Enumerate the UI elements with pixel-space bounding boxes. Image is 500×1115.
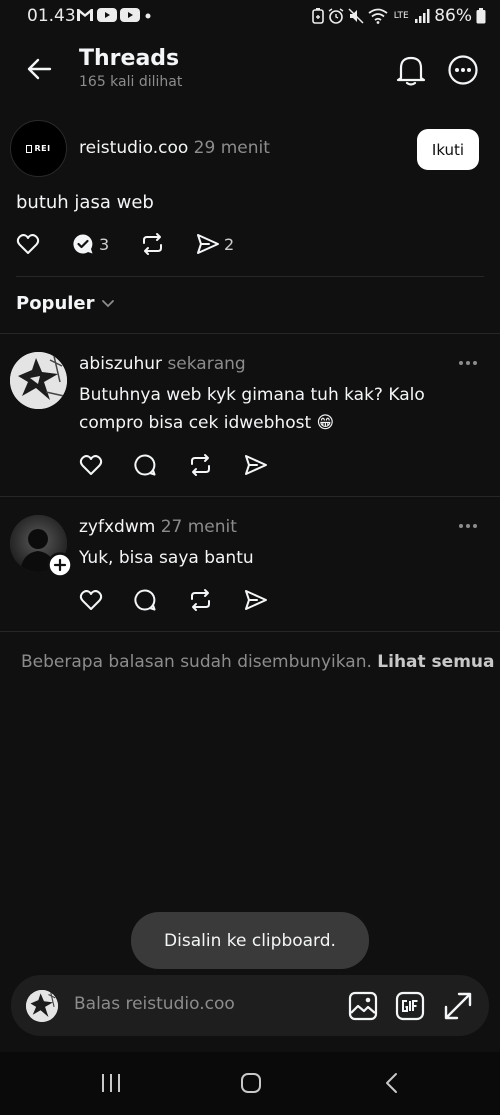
image-icon[interactable] [348,991,378,1021]
reply-icon[interactable] [134,454,156,476]
recent-apps-icon[interactable] [100,1072,122,1094]
share-icon[interactable] [196,233,220,255]
youtube-icon [97,8,117,22]
back-arrow-icon[interactable] [26,56,52,82]
network-type: LTE [393,10,409,21]
sort-label: Populer [16,293,95,314]
signal-icon [415,9,430,23]
reply-avatar[interactable] [10,352,67,409]
bell-icon[interactable] [396,54,426,86]
reply-username[interactable]: abiszuhur [79,354,162,374]
system-navbar [0,1052,500,1115]
like-icon[interactable] [79,453,103,477]
avatar-art-icon [10,352,67,409]
divider [0,631,500,632]
hidden-replies-note: Beberapa balasan sudah disembunyikan. Li… [21,652,495,672]
see-all-link[interactable]: Lihat semua [377,652,494,672]
dot-icon [145,13,151,19]
share-icon[interactable] [244,454,268,476]
alarm-icon [328,8,344,24]
post-timestamp: 29 menit [193,138,270,158]
like-icon[interactable] [79,588,103,612]
reply-text: Butuhnya web kyk gimana tuh kak? Kalo co… [79,385,425,433]
page-title: Threads [79,46,180,71]
view-count: 165 kali dilihat [79,74,183,90]
battery-icon [476,8,486,24]
reply-author-line: zyfxdwm 27 menit [79,517,237,537]
divider [0,496,500,497]
back-nav-icon[interactable] [382,1072,402,1094]
battery-percent: 86% [434,6,472,26]
reply-author-line: abiszuhur sekarang [79,354,246,374]
divider [0,333,500,334]
own-avatar [26,990,58,1022]
repost-icon[interactable] [188,453,213,477]
hidden-replies-text: Beberapa balasan sudah disembunyikan. [21,652,372,672]
share-count: 2 [224,235,235,254]
reply-username[interactable]: zyfxdwm [79,517,155,537]
gif-icon[interactable] [395,991,425,1021]
post-text: butuh jasa web [16,192,154,213]
youtube-icon-2 [120,8,140,22]
notification-icons [76,8,153,22]
like-icon[interactable] [16,232,40,256]
author-avatar[interactable]: REI [10,120,67,177]
battery-saver-icon [312,8,325,24]
post-author-line: reistudio.coo 29 menit [79,138,270,158]
reply-more-icon[interactable] [458,360,478,366]
divider [16,276,484,277]
reply-timestamp: sekarang [167,354,246,374]
reply-more-icon[interactable] [458,523,478,529]
status-bar: 01.43 LTE 86% [0,0,500,34]
home-icon[interactable] [240,1072,262,1094]
reply-timestamp: 27 menit [160,517,237,537]
repost-icon[interactable] [140,232,165,256]
share-icon[interactable] [244,589,268,611]
post-username[interactable]: reistudio.coo [79,138,188,158]
status-time: 01.43 [27,6,76,26]
gmail-icon [77,9,93,21]
clipboard-toast: Disalin ke clipboard. [131,912,369,969]
mute-icon [348,8,364,24]
reply-composer[interactable]: Balas reistudio.coo [11,975,489,1036]
avatar-art-icon [26,990,58,1022]
reply-icon[interactable] [134,589,156,611]
wifi-icon [368,8,388,24]
follow-plus-icon[interactable] [47,552,73,578]
repost-icon[interactable] [188,588,213,612]
expand-icon[interactable] [443,991,473,1021]
reply-input[interactable]: Balas reistudio.coo [74,994,235,1014]
system-icons: LTE 86% [312,6,486,26]
more-options-icon[interactable] [448,55,478,85]
logo-mark-icon [26,144,33,153]
reply-icon[interactable] [72,233,94,255]
sort-dropdown[interactable]: Populer [16,293,115,314]
avatar-logo-text: REI [34,144,51,153]
chevron-down-icon [101,299,114,307]
reply-count: 3 [99,235,110,254]
reply-text: Yuk, bisa saya bantu [79,548,254,568]
follow-button[interactable]: Ikuti [417,129,479,170]
